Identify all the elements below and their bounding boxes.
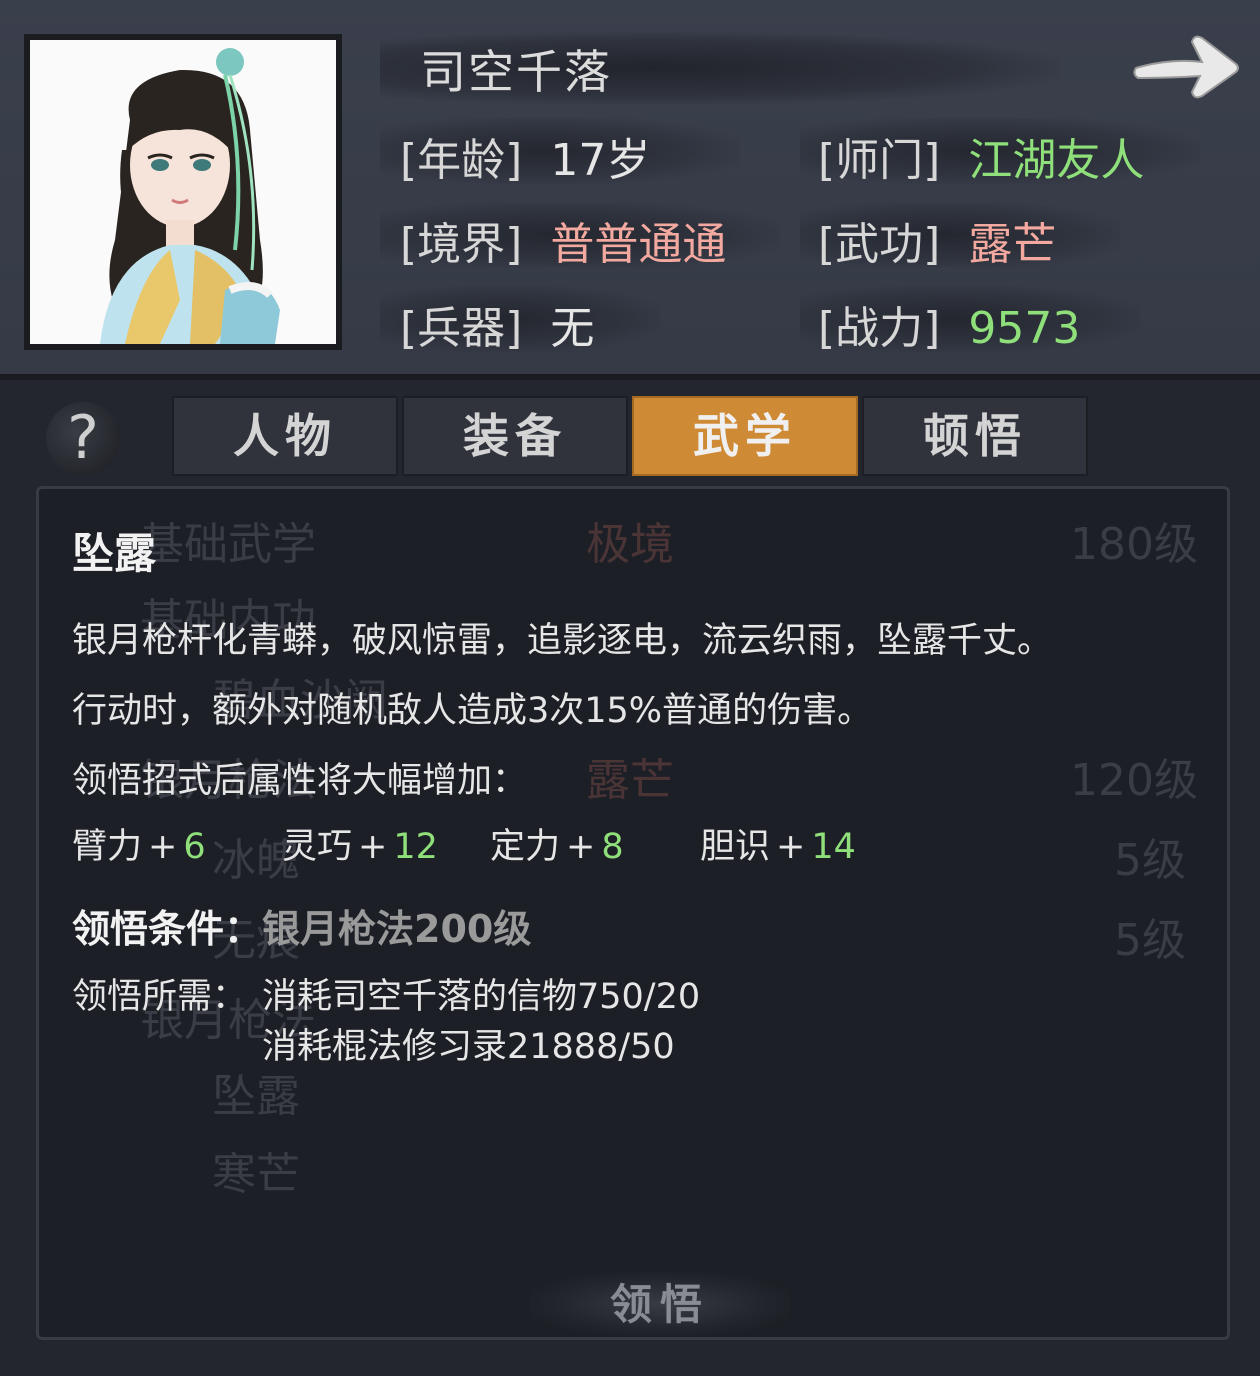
tab-character[interactable]: 人物 [172,396,398,476]
attribute-plus: + [776,827,806,867]
stat-age: [年龄] 17岁 [400,124,650,188]
attribute-plus: + [358,827,388,867]
condition-label: 领悟条件： [72,907,263,951]
attribute-plus: + [566,827,596,867]
tab-enlightenment[interactable]: 顿悟 [862,396,1088,476]
power-value: 9573 [968,303,1081,354]
stat-realm: [境界] 普普通通 [400,208,726,272]
comprehend-condition: 领悟条件：银月枪法200级 [72,898,531,953]
help-icon[interactable]: ? [46,402,120,476]
sect-label: [师门] [818,135,941,186]
right-arrow-icon [1133,35,1239,99]
skill-title: 坠露 [72,529,157,578]
requirement-item: 消耗棍法修习录21888/50 [262,1027,675,1067]
attribute-agility: 灵巧 +12 [282,818,438,869]
bg-list-row-right: 5级 [1114,835,1186,886]
character-portrait-art [100,48,280,344]
character-portrait [30,40,336,344]
character-name: 司空千落 [420,45,612,99]
bg-list-header-left: 基础武学 [140,519,316,570]
attribute-name: 定力 [490,827,561,867]
next-arrow-button[interactable] [1130,28,1242,104]
attribute-name: 灵巧 [282,827,353,867]
bg-list-header-middle: 极境 [586,519,674,570]
attribute-courage: 胆识 +14 [700,818,856,869]
weapon-value: 无 [550,303,595,354]
attribute-focus: 定力 +8 [490,818,624,869]
skill-attr-intro: 领悟招式后属性将大幅增加： [72,761,528,801]
tab-bar: 人物 装备 武学 顿悟 [172,396,1092,476]
age-label: [年龄] [400,135,523,186]
comprehend-button[interactable]: 领悟 [560,1276,760,1334]
stat-weapon: [兵器] 无 [400,292,594,356]
requirement-item: 消耗司空千落的信物750/20 [262,977,701,1017]
requirement-label: 领悟所需： [72,977,248,1017]
bg-list-row: 寒芒 [212,1149,300,1200]
skill-effect: 行动时，额外对随机敌人造成3次15%普通的伤害。 [72,691,873,731]
stat-power: [战力] 9573 [818,292,1080,356]
attribute-value: 6 [183,827,206,867]
age-value: 17岁 [550,135,651,186]
attribute-strength: 臂力 +6 [72,818,206,869]
bg-list-row: 坠露 [212,1071,300,1122]
skill-description: 银月枪杆化青蟒，破风惊雷，追影逐电，流云织雨，坠露千丈。 [72,621,1053,661]
condition-value: 银月枪法200级 [262,907,532,951]
attribute-plus: + [148,827,178,867]
attribute-value: 8 [601,827,624,867]
bg-list-header-right: 180级 [1070,519,1198,570]
bg-list-row-middle: 露芒 [586,755,674,806]
attribute-name: 臂力 [72,827,143,867]
attribute-value: 14 [811,827,856,867]
attribute-name: 胆识 [700,827,771,867]
tab-equipment[interactable]: 装备 [402,396,628,476]
power-label: [战力] [818,303,941,354]
martial-value: 露芒 [968,219,1057,270]
realm-value: 普普通通 [550,219,727,270]
bg-list-row-right: 120级 [1070,755,1198,806]
bg-list-row-right: 5级 [1114,915,1186,966]
stat-martial: [武功] 露芒 [818,208,1056,272]
weapon-label: [兵器] [400,303,523,354]
stat-sect: [师门] 江湖友人 [818,124,1144,188]
realm-label: [境界] [400,219,523,270]
character-portrait-frame [24,34,342,350]
attribute-value: 12 [393,827,438,867]
sect-value: 江湖友人 [968,135,1145,186]
martial-label: [武功] [818,219,941,270]
tab-martial-arts[interactable]: 武学 [632,396,858,476]
